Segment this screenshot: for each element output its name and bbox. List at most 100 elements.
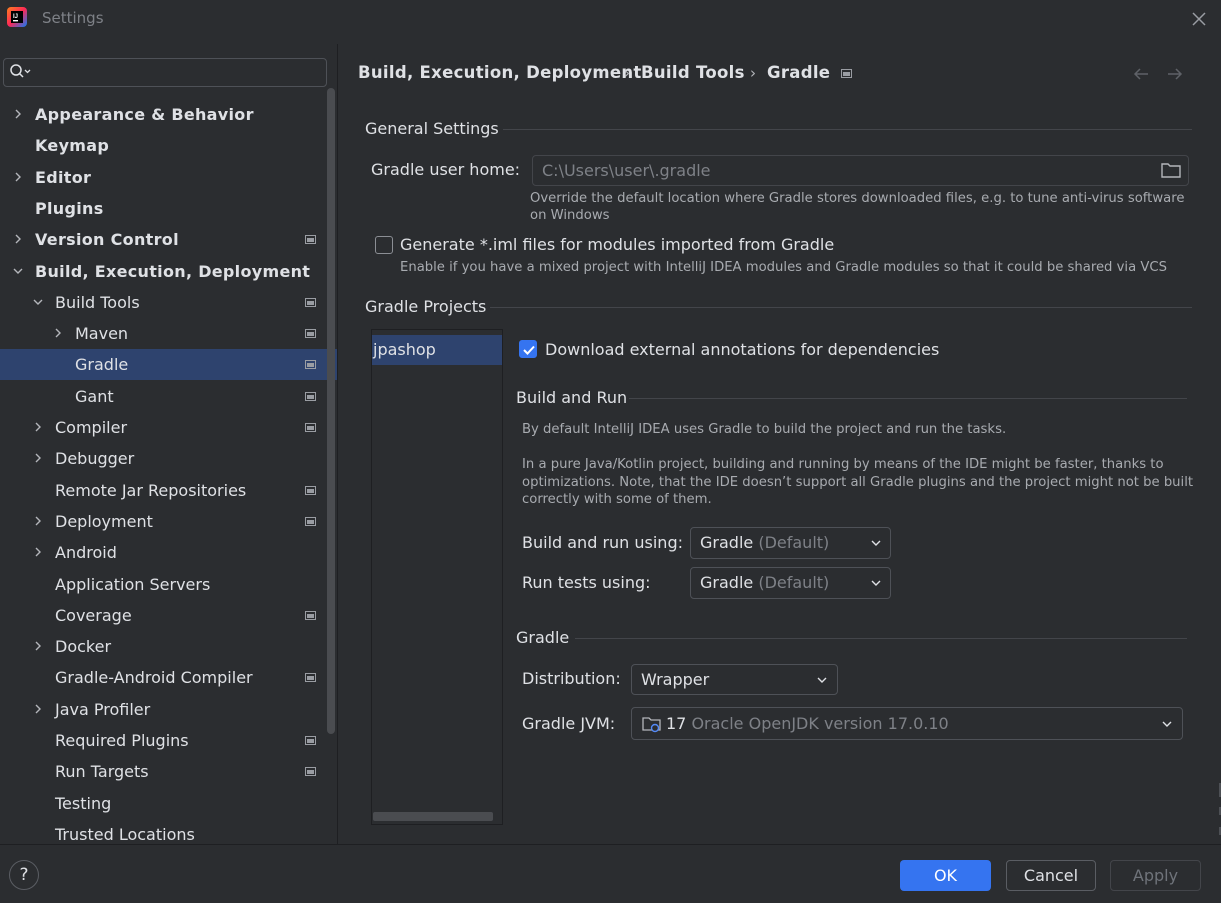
sidebar-item-label: Build Tools <box>55 293 140 312</box>
sidebar-item-label: Build, Execution, Deployment <box>35 262 311 281</box>
ok-button[interactable]: OK <box>900 860 991 891</box>
sidebar-item[interactable]: Version Control <box>0 224 337 255</box>
help-button[interactable]: ? <box>9 860 39 890</box>
breadcrumb-item[interactable]: Build, Execution, Deployment <box>358 63 642 82</box>
sidebar-item[interactable]: Debugger <box>0 443 337 474</box>
build-using-dropdown[interactable]: Gradle (Default) <box>690 527 891 559</box>
gradle-section-title: Gradle <box>516 628 570 647</box>
iml-label[interactable]: Generate *.iml files for modules importe… <box>400 235 834 254</box>
chevron-right-icon[interactable] <box>32 421 44 433</box>
chevron-right-icon[interactable] <box>32 515 44 527</box>
resize-grip[interactable] <box>1215 783 1221 843</box>
project-level-icon <box>305 767 316 776</box>
download-annotations-label[interactable]: Download external annotations for depend… <box>545 340 939 359</box>
project-list <box>371 329 503 825</box>
sidebar-item[interactable]: Coverage <box>0 600 337 631</box>
distribution-value: Wrapper <box>641 670 710 689</box>
chevron-right-icon[interactable] <box>12 171 24 183</box>
project-level-icon <box>305 736 316 745</box>
sidebar-item[interactable]: Android <box>0 537 337 568</box>
title-bar <box>0 0 1221 44</box>
breadcrumb-item[interactable]: Build Tools <box>641 63 745 82</box>
sidebar-item[interactable]: Deployment <box>0 506 337 537</box>
sidebar-item-label: Remote Jar Repositories <box>55 481 247 500</box>
search-icon[interactable] <box>9 63 33 81</box>
project-level-icon <box>305 329 316 338</box>
sidebar-item[interactable]: Build Tools <box>0 287 337 318</box>
sidebar-item-label: Java Profiler <box>55 700 151 719</box>
project-level-icon <box>305 423 316 432</box>
gradle-jvm-dropdown[interactable]: 17 Oracle OpenJDK version 17.0.10 <box>631 707 1183 740</box>
sidebar-item[interactable]: Testing <box>0 788 337 819</box>
build-using-label: Build and run using: <box>522 533 683 552</box>
svg-text:IJ: IJ <box>13 14 18 20</box>
sidebar-item[interactable]: Maven <box>0 318 337 349</box>
section-separator <box>490 307 1192 308</box>
iml-checkbox[interactable] <box>375 236 393 254</box>
sidebar-item[interactable]: Java Profiler <box>0 694 337 725</box>
project-level-icon <box>305 611 316 620</box>
sidebar-item[interactable]: Keymap <box>0 130 337 161</box>
sidebar-item[interactable]: Run Targets <box>0 756 337 787</box>
chevron-right-icon[interactable] <box>32 703 44 715</box>
chevron-right-icon[interactable] <box>52 327 64 339</box>
download-annotations-checkbox[interactable] <box>519 340 537 358</box>
apply-button[interactable]: Apply <box>1110 860 1201 891</box>
sidebar-item[interactable]: Remote Jar Repositories <box>0 475 337 506</box>
distribution-dropdown[interactable]: Wrapper <box>631 664 838 695</box>
gradle-home-value: C:\Users\user\.gradle <box>542 161 711 180</box>
tests-using-dropdown[interactable]: Gradle (Default) <box>690 567 891 599</box>
sidebar-scrollbar[interactable] <box>327 88 335 734</box>
forward-arrow-icon[interactable] <box>1166 66 1184 82</box>
gradle-home-label: Gradle user home: <box>371 160 521 179</box>
build-and-run-title: Build and Run <box>516 388 628 407</box>
close-icon[interactable] <box>1188 8 1210 30</box>
sidebar-item-label: Testing <box>55 794 112 813</box>
cancel-button[interactable]: Cancel <box>1006 860 1096 891</box>
folder-icon[interactable] <box>1160 160 1182 180</box>
gradle-home-hint: on Windows <box>530 208 610 223</box>
sidebar-item-label: Appearance & Behavior <box>35 105 254 124</box>
sidebar-item[interactable]: Compiler <box>0 412 337 443</box>
sidebar-item[interactable]: Appearance & Behavior <box>0 99 337 130</box>
tests-using-default: (Default) <box>758 573 830 592</box>
sidebar-item[interactable]: Editor <box>0 162 337 193</box>
chevron-right-icon[interactable] <box>32 452 44 464</box>
sidebar-item-label: Deployment <box>55 512 153 531</box>
back-arrow-icon[interactable] <box>1132 66 1150 82</box>
gradle-projects-title: Gradle Projects <box>365 297 487 316</box>
chevron-down-icon[interactable] <box>32 296 44 308</box>
sidebar-item[interactable]: Gradle <box>0 349 337 380</box>
jvm-version: 17 <box>666 714 687 733</box>
sidebar-item[interactable]: Gant <box>0 381 337 412</box>
sidebar-item-label: Gant <box>75 387 114 406</box>
sidebar-item[interactable]: Build, Execution, Deployment <box>0 256 337 287</box>
sidebar-item[interactable]: Application Servers <box>0 569 337 600</box>
jdk-folder-icon <box>642 717 661 733</box>
distribution-label: Distribution: <box>522 669 621 688</box>
sidebar-item-label: Keymap <box>35 136 110 155</box>
sidebar-item[interactable]: Required Plugins <box>0 725 337 756</box>
chevron-down-icon[interactable] <box>12 265 24 277</box>
breadcrumb-item: Gradle <box>767 63 831 82</box>
build-using-value: Gradle <box>700 533 754 552</box>
sidebar-item-label: Docker <box>55 637 112 656</box>
sidebar-item-label: Required Plugins <box>55 731 189 750</box>
chevron-down-icon <box>1162 721 1172 727</box>
chevron-right-icon[interactable] <box>12 233 24 245</box>
chevron-right-icon[interactable] <box>32 546 44 558</box>
search-input[interactable] <box>3 58 327 87</box>
splitter[interactable] <box>337 44 338 844</box>
sidebar-item-label: Compiler <box>55 418 128 437</box>
gradle-home-hint: Override the default location where Grad… <box>530 191 1185 206</box>
chevron-right-icon[interactable] <box>12 108 24 120</box>
sidebar-item-label: Debugger <box>55 449 135 468</box>
sidebar-item[interactable]: Docker <box>0 631 337 662</box>
section-separator <box>629 398 1187 399</box>
sidebar-item-label: Coverage <box>55 606 132 625</box>
chevron-down-icon <box>817 677 827 683</box>
chevron-right-icon[interactable] <box>32 640 44 652</box>
sidebar-item[interactable]: Gradle-Android Compiler <box>0 662 337 693</box>
project-list-scrollbar[interactable] <box>373 812 493 821</box>
sidebar-item[interactable]: Plugins <box>0 193 337 224</box>
